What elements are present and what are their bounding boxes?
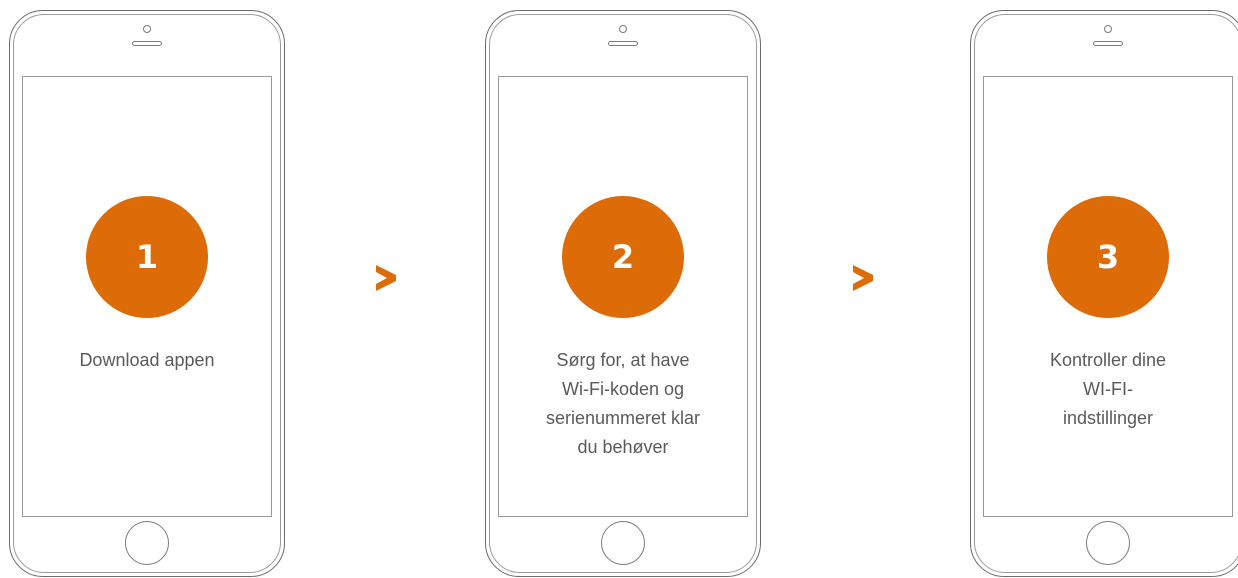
phone-step-2: 2 Sørg for, at have Wi-Fi-koden og serie… (485, 10, 761, 577)
step-caption: Sørg for, at have Wi-Fi-koden og serienu… (545, 350, 701, 457)
phone-screen: 3 Kontroller dine WI-FI- indstillinger (983, 76, 1233, 517)
chevron-right-icon (376, 265, 396, 291)
step-caption: Download appen (79, 350, 215, 370)
step-number-badge: 3 (1047, 196, 1169, 318)
phone-screen: 1 Download appen (22, 76, 272, 517)
step-caption: Kontroller dine WI-FI- indstillinger (1049, 350, 1167, 428)
speaker-icon (132, 41, 162, 46)
camera-icon (619, 25, 627, 33)
step-number: 1 (135, 238, 159, 276)
step-number: 2 (611, 238, 635, 276)
step-number-badge: 1 (86, 196, 208, 318)
phone-step-1: 1 Download appen (9, 10, 285, 577)
step-number: 3 (1096, 238, 1120, 276)
speaker-icon (1093, 41, 1123, 46)
camera-icon (1104, 25, 1112, 33)
phone-step-3: 3 Kontroller dine WI-FI- indstillinger (970, 10, 1238, 577)
phone-screen: 2 Sørg for, at have Wi-Fi-koden og serie… (498, 76, 748, 517)
home-button-icon (601, 521, 645, 565)
home-button-icon (125, 521, 169, 565)
speaker-icon (608, 41, 638, 46)
camera-icon (143, 25, 151, 33)
chevron-right-icon (853, 265, 873, 291)
home-button-icon (1086, 521, 1130, 565)
step-number-badge: 2 (562, 196, 684, 318)
